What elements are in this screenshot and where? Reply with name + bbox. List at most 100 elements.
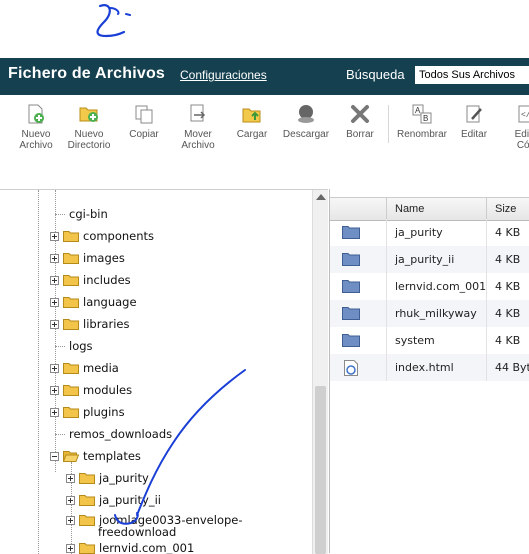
size-column-header[interactable]: Size [486,198,529,220]
delete-button[interactable]: Borrar [332,103,388,140]
svg-text:B: B [423,114,428,123]
table-row[interactable]: system 4 KB [330,327,529,354]
expand-plus-icon[interactable] [66,515,75,525]
tree-item-language[interactable]: language [50,294,137,310]
tree-item-cgi-bin[interactable]: cgi-bin [55,206,108,222]
edit-button[interactable]: Editar [446,103,502,140]
new-file-button[interactable]: Nuevo Archivo [8,103,64,151]
tree-guide-line [38,190,39,554]
rename-button[interactable]: A B Renombrar [394,103,450,140]
html-file-icon [344,360,358,376]
table-row[interactable]: lernvid.com_001 4 KB [330,273,529,300]
scroll-up-arrow-icon[interactable] [316,194,326,200]
folder-icon [63,275,79,286]
tree-item-logs[interactable]: logs [55,338,93,354]
search-label: Búsqueda [346,67,405,82]
upload-button[interactable]: Cargar [224,103,280,140]
tree-item-label: ja_purity [99,471,149,485]
open-folder-icon [63,451,79,462]
copy-button[interactable]: Copiar [116,103,172,140]
move-file-label-1: Mover [184,129,212,140]
tree-item-label: plugins [83,405,125,419]
expand-plus-icon[interactable] [50,275,59,285]
copy-label: Copiar [129,129,159,140]
file-size: 4 KB [486,246,529,273]
file-size: 4 KB [486,219,529,246]
folder-icon [79,473,95,484]
file-list-header: Name Size [330,197,529,221]
tree-item-label: components [83,229,155,243]
spacer [0,163,529,189]
tree-item-ja-purity[interactable]: ja_purity [66,470,149,486]
code-edit-icon: </ [518,105,529,123]
folder-icon [342,253,360,266]
tree-item-label: cgi-bin [69,207,108,221]
tree-item-lernvid[interactable]: lernvid.com_001 [66,540,194,554]
tree-item-templates[interactable]: templates [50,448,141,464]
file-list: Name Size ja_purity 4 KB ja_purity_ii 4 … [329,189,529,553]
expand-plus-icon[interactable] [50,407,59,417]
table-row[interactable]: index.html 44 Byte [330,354,529,381]
rename-label: Renombrar [396,129,448,140]
edit-pencil-icon [466,105,482,123]
settings-link[interactable]: Configuraciones [180,68,267,82]
tree-item-modules[interactable]: modules [50,382,132,398]
table-row[interactable]: rhuk_milkyway 4 KB [330,300,529,327]
code-edit-button[interactable]: </ Edito Cód [498,103,529,151]
tree-item-libraries[interactable]: libraries [50,316,129,332]
search-scope-select[interactable]: Todos Sus Archivos [415,66,529,84]
folder-icon [342,334,360,347]
tree-item-label: images [83,251,125,265]
file-size: 4 KB [486,300,529,327]
expand-plus-icon[interactable] [50,385,59,395]
tree-item-includes[interactable]: includes [50,272,131,288]
tree-scrollbar[interactable] [312,190,328,554]
code-edit-label-1: Edito [514,129,529,140]
download-button[interactable]: Descargar [278,103,334,140]
scrollbar-thumb[interactable] [315,386,326,554]
new-directory-label-2: Directorio [67,140,111,151]
table-row[interactable]: ja_purity 4 KB [330,219,529,246]
expand-plus-icon[interactable] [66,543,75,553]
file-size: 4 KB [486,327,529,354]
folder-tree[interactable]: cgi-bin components images includes langu… [0,189,328,554]
new-folder-icon [79,107,98,122]
tree-item-components[interactable]: components [50,228,154,244]
copy-icon [135,105,153,124]
icon-column-header[interactable] [330,198,386,220]
file-name: lernvid.com_001 [386,273,486,300]
tree-item-ja-purity-ii[interactable]: ja_purity_ii [66,492,161,508]
folder-icon [79,515,95,526]
delete-x-icon [351,105,369,123]
tree-item-images[interactable]: images [50,250,125,266]
tree-item-plugins[interactable]: plugins [50,404,125,420]
expand-plus-icon[interactable] [50,297,59,307]
tree-item-remos-downloads[interactable]: remos_downloads [55,426,172,442]
folder-icon [79,543,95,554]
folder-icon [63,363,79,374]
new-directory-label-1: Nuevo [74,129,104,140]
delete-label: Borrar [346,129,374,140]
upload-folder-icon [242,108,261,123]
toolbar-divider [388,105,389,143]
expand-plus-icon[interactable] [66,473,75,483]
expand-plus-icon[interactable] [50,231,59,241]
folder-icon [63,253,79,264]
new-file-icon [28,104,44,124]
expand-plus-icon[interactable] [50,253,59,263]
name-column-header[interactable]: Name [386,198,486,220]
move-file-button[interactable]: Mover Archivo [170,103,226,151]
tree-item-label: ja_purity_ii [99,493,161,507]
table-row[interactable]: ja_purity_ii 4 KB [330,246,529,273]
download-icon [298,105,314,123]
expand-plus-icon[interactable] [50,319,59,329]
tree-item-label: templates [83,449,141,463]
expand-plus-icon[interactable] [50,363,59,373]
handwritten-scribble [96,4,131,38]
collapse-minus-icon[interactable] [50,451,59,461]
tree-item-media[interactable]: media [50,360,119,376]
expand-plus-icon[interactable] [66,495,75,505]
file-name: index.html [386,354,486,381]
folder-icon [342,280,360,293]
new-directory-button[interactable]: Nuevo Directorio [61,103,117,151]
